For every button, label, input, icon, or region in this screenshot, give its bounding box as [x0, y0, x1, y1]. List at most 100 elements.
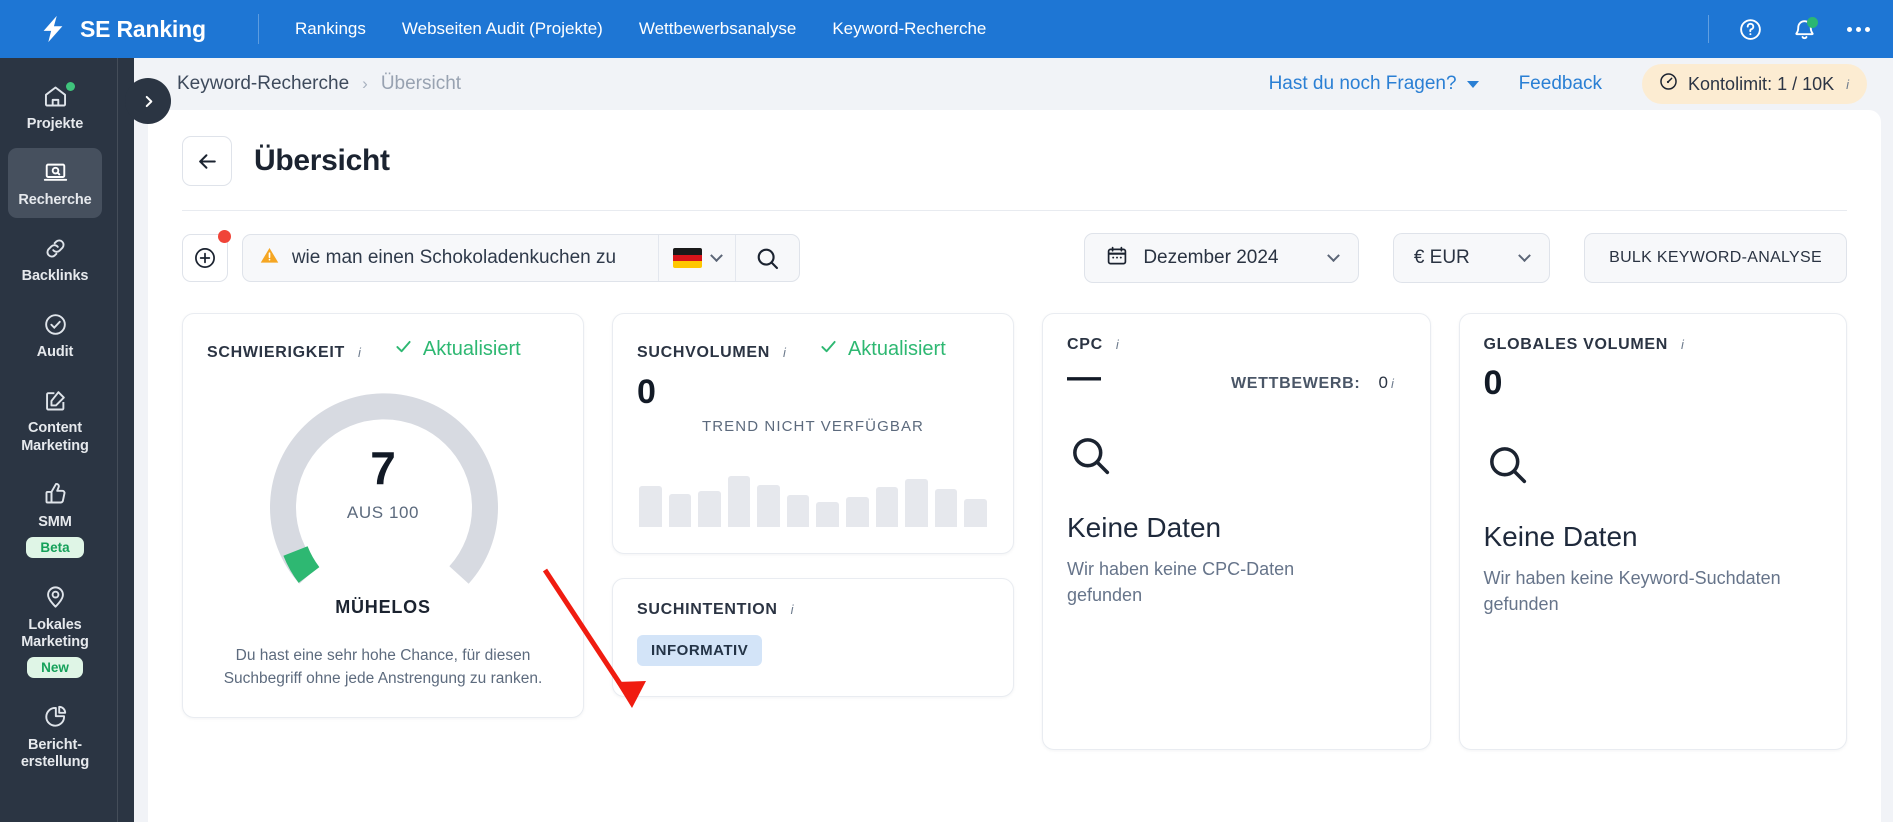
cpc-value-row: — WETTBEWERB: 0 i	[1043, 354, 1430, 394]
sidebar-item-projekte[interactable]: Projekte	[8, 72, 102, 142]
chevron-right-icon	[145, 95, 152, 107]
check-circle-icon	[42, 309, 69, 339]
sidebar-badge-new: New	[27, 656, 83, 678]
question-circle-icon[interactable]	[1737, 16, 1763, 42]
rail-divider	[117, 58, 118, 822]
global-volume-empty-state: Keine Daten Wir haben keine Keyword-Such…	[1460, 403, 1847, 649]
top-navigation-bar: SE Ranking Rankings Webseiten Audit (Pro…	[0, 0, 1893, 58]
bulk-keyword-analysis-button[interactable]: BULK KEYWORD-ANALYSE	[1584, 233, 1847, 283]
gauge-icon	[1658, 71, 1679, 97]
status-dot	[65, 82, 75, 91]
country-selector[interactable]	[658, 235, 735, 281]
de-flag-icon	[673, 248, 703, 268]
currency-value: € EUR	[1413, 247, 1470, 268]
search-icon	[757, 248, 779, 269]
sidebar-item-label: Lokales Marketing	[21, 616, 89, 650]
info-icon[interactable]: i	[358, 345, 361, 360]
search-icon	[1484, 447, 1531, 492]
sidebar-item-label: SMM	[38, 513, 72, 530]
trend-bar	[727, 475, 751, 527]
sidebar-rail	[110, 58, 134, 822]
sidebar-item-backlinks[interactable]: Backlinks	[8, 224, 102, 294]
sidebar-item-label: Audit	[36, 344, 74, 361]
brand-logo[interactable]: SE Ranking	[38, 14, 238, 44]
volume-status: Aktualisiert	[818, 336, 946, 363]
breadcrumb-bar: Keyword-Recherche › Übersicht Hast du no…	[134, 58, 1893, 110]
trend-bar	[875, 487, 899, 527]
laptop-search-icon	[42, 157, 69, 187]
card-title: SUCHVOLUMEN	[637, 344, 771, 361]
sidebar-item-berichterstellung[interactable]: Bericht-erstellung	[8, 693, 102, 780]
account-limit-label: Kontolimit: 1 / 10K	[1688, 73, 1835, 94]
sidebar-item-audit[interactable]: Audit	[8, 300, 102, 370]
sidebar-collapse-button[interactable]	[125, 78, 171, 124]
sidebar-item-lokales-marketing[interactable]: Lokales Marketing New	[8, 573, 102, 687]
info-icon[interactable]: i	[783, 345, 786, 360]
nav-item-website-audit[interactable]: Webseiten Audit (Projekte)	[402, 19, 603, 39]
search-icon	[1067, 438, 1114, 483]
trend-bar	[846, 496, 869, 527]
breadcrumb-parent[interactable]: Keyword-Recherche	[177, 73, 349, 95]
competition-value: 0	[1378, 373, 1388, 392]
link-icon	[42, 233, 69, 263]
sidebar-item-label: Recherche	[18, 192, 92, 209]
nav-item-keyword-research[interactable]: Keyword-Recherche	[832, 19, 986, 39]
account-limit-badge[interactable]: Kontolimit: 1 / 10K i	[1642, 64, 1867, 104]
sidebar-item-smm[interactable]: SMM Beta	[8, 470, 102, 567]
questions-dropdown[interactable]: Hast du noch Fragen?	[1269, 73, 1479, 95]
chevron-down-icon	[710, 248, 724, 262]
nav-item-rankings[interactable]: Rankings	[295, 19, 366, 39]
currency-select[interactable]: € EUR	[1392, 233, 1551, 283]
main-content: Keyword-Recherche › Übersicht Hast du no…	[134, 58, 1893, 822]
back-button[interactable]	[182, 136, 232, 186]
breadcrumb-actions: Hast du noch Fragen? Feedback Kontolimit…	[1269, 64, 1867, 104]
difficulty-gauge: 7 AUS 100	[183, 373, 583, 603]
breadcrumb-separator: ›	[362, 74, 368, 93]
middle-column: SUCHVOLUMEN i Aktualisiert 0 TREND NICHT…	[612, 313, 1014, 697]
bell-icon[interactable]	[1791, 16, 1818, 42]
nav-item-competitor-analysis[interactable]: Wettbewerbsanalyse	[639, 19, 797, 39]
info-icon[interactable]: i	[1846, 77, 1849, 92]
search-volume-card: SUCHVOLUMEN i Aktualisiert 0 TREND NICHT…	[612, 313, 1014, 554]
cpc-empty-state: Keine Daten Wir haben keine CPC-Daten ge…	[1043, 394, 1430, 640]
add-notification-dot	[217, 230, 231, 243]
intent-chip: INFORMATIV	[637, 635, 763, 666]
chevron-down-icon	[1466, 80, 1479, 88]
gauge-center-values: 7 AUS 100	[183, 445, 583, 523]
add-keyword-button[interactable]	[182, 230, 231, 282]
sidebar-item-content-marketing[interactable]: Content Marketing	[8, 376, 102, 463]
check-icon	[393, 336, 414, 363]
date-range-select[interactable]: Dezember 2024	[1084, 233, 1359, 283]
metrics-card-grid: SCHWIERIGKEIT i Aktualisiert 7 AUS 100 M…	[148, 283, 1881, 750]
info-icon[interactable]: i	[1681, 337, 1684, 352]
trend-bar	[757, 484, 780, 527]
trend-unavailable-label: TREND NICHT VERFÜGBAR	[701, 418, 924, 435]
warning-triangle-icon	[259, 245, 280, 271]
questions-label: Hast du noch Fragen?	[1268, 73, 1457, 94]
sidebar-badge-beta: Beta	[26, 536, 84, 558]
sidebar-item-recherche[interactable]: Recherche	[8, 148, 102, 219]
thumbs-up-icon	[42, 479, 69, 509]
difficulty-status: Aktualisiert	[393, 336, 521, 363]
page-title: Übersicht	[254, 144, 390, 177]
more-dots-icon[interactable]	[1845, 16, 1871, 42]
plus-circle-icon	[194, 248, 215, 268]
sidebar-item-label: Projekte	[26, 116, 84, 132]
volume-trend-chart	[613, 461, 1013, 553]
info-icon[interactable]: i	[1391, 376, 1394, 391]
pie-chart-icon	[42, 702, 69, 732]
page-header: Übersicht	[148, 110, 1881, 186]
search-submit-button[interactable]	[735, 235, 799, 281]
volume-status-label: Aktualisiert	[847, 338, 946, 360]
cpc-card: CPC i — WETTBEWERB: 0 i Keine Daten Wir …	[1042, 313, 1431, 750]
trend-bar	[639, 486, 662, 527]
search-input[interactable]: wie man einen Schokoladenkuchen zu	[243, 235, 658, 281]
feedback-link[interactable]: Feedback	[1519, 73, 1602, 95]
info-icon[interactable]: i	[791, 602, 794, 617]
search-toolbar: wie man einen Schokoladenkuchen zu Dezem…	[148, 211, 1881, 283]
topbar-actions	[1708, 0, 1871, 58]
map-pin-icon	[42, 582, 69, 612]
info-icon[interactable]: i	[1116, 337, 1119, 352]
volume-value: 0	[637, 373, 656, 411]
global-volume-card: GLOBALES VOLUMEN i 0 Keine Daten Wir hab…	[1458, 313, 1847, 750]
